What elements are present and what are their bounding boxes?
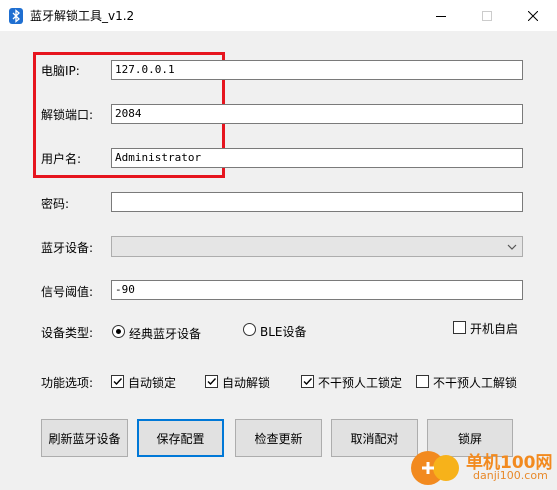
no-manual-unlock-checkbox[interactable] xyxy=(416,375,429,388)
minimize-icon xyxy=(436,15,446,17)
autostart-label[interactable]: 开机自启 xyxy=(470,320,518,337)
auto-lock-checkbox[interactable] xyxy=(111,375,124,388)
device-label: 蓝牙设备: xyxy=(41,241,94,255)
close-icon xyxy=(528,10,538,21)
maximize-button[interactable] xyxy=(464,0,510,31)
pc-ip-field[interactable]: 127.0.0.1 xyxy=(111,60,523,80)
device-type-label: 设备类型: xyxy=(41,326,94,340)
watermark-url: danji100.com xyxy=(473,469,548,482)
minimize-button[interactable] xyxy=(418,0,464,31)
auto-lock-label[interactable]: 自动锁定 xyxy=(128,374,176,391)
ble-device-radio[interactable] xyxy=(243,323,256,336)
watermark-logo-accent xyxy=(433,455,459,481)
plus-icon xyxy=(422,462,434,474)
password-label: 密码: xyxy=(41,197,70,211)
ble-device-label[interactable]: BLE设备 xyxy=(260,323,307,340)
watermark: 单机100网 danji100.com xyxy=(411,445,557,490)
chevron-down-icon xyxy=(507,244,517,250)
window-title: 蓝牙解锁工具_v1.2 xyxy=(30,9,135,23)
cancel-pairing-button[interactable]: 取消配对 xyxy=(331,419,418,457)
bluetooth-icon xyxy=(9,8,23,24)
password-field[interactable] xyxy=(111,192,523,212)
no-manual-lock-label[interactable]: 不干预人工锁定 xyxy=(318,374,402,391)
close-button[interactable] xyxy=(510,0,556,31)
classic-bluetooth-radio[interactable] xyxy=(112,325,125,338)
check-update-button[interactable]: 检查更新 xyxy=(235,419,322,457)
no-manual-unlock-label[interactable]: 不干预人工解锁 xyxy=(433,374,517,391)
classic-bluetooth-label[interactable]: 经典蓝牙设备 xyxy=(129,325,201,342)
title-bar[interactable]: 蓝牙解锁工具_v1.2 xyxy=(0,0,557,31)
refresh-devices-button[interactable]: 刷新蓝牙设备 xyxy=(41,419,128,457)
username-label: 用户名: xyxy=(41,152,82,166)
checkmark-icon xyxy=(113,378,123,386)
device-dropdown[interactable] xyxy=(111,236,523,257)
auto-unlock-checkbox[interactable] xyxy=(205,375,218,388)
pc-ip-label: 电脑IP: xyxy=(41,64,80,78)
threshold-field[interactable]: -90 xyxy=(111,280,523,300)
port-label: 解锁端口: xyxy=(41,108,94,122)
features-label: 功能选项: xyxy=(41,376,94,390)
autostart-checkbox[interactable] xyxy=(453,321,466,334)
checkmark-icon xyxy=(303,378,313,386)
port-field[interactable]: 2084 xyxy=(111,104,523,124)
checkmark-icon xyxy=(207,378,217,386)
auto-unlock-label[interactable]: 自动解锁 xyxy=(222,374,270,391)
save-config-button[interactable]: 保存配置 xyxy=(137,419,224,457)
maximize-icon xyxy=(482,10,492,21)
threshold-label: 信号阈值: xyxy=(41,285,94,299)
no-manual-lock-checkbox[interactable] xyxy=(301,375,314,388)
username-field[interactable]: Administrator xyxy=(111,148,523,168)
